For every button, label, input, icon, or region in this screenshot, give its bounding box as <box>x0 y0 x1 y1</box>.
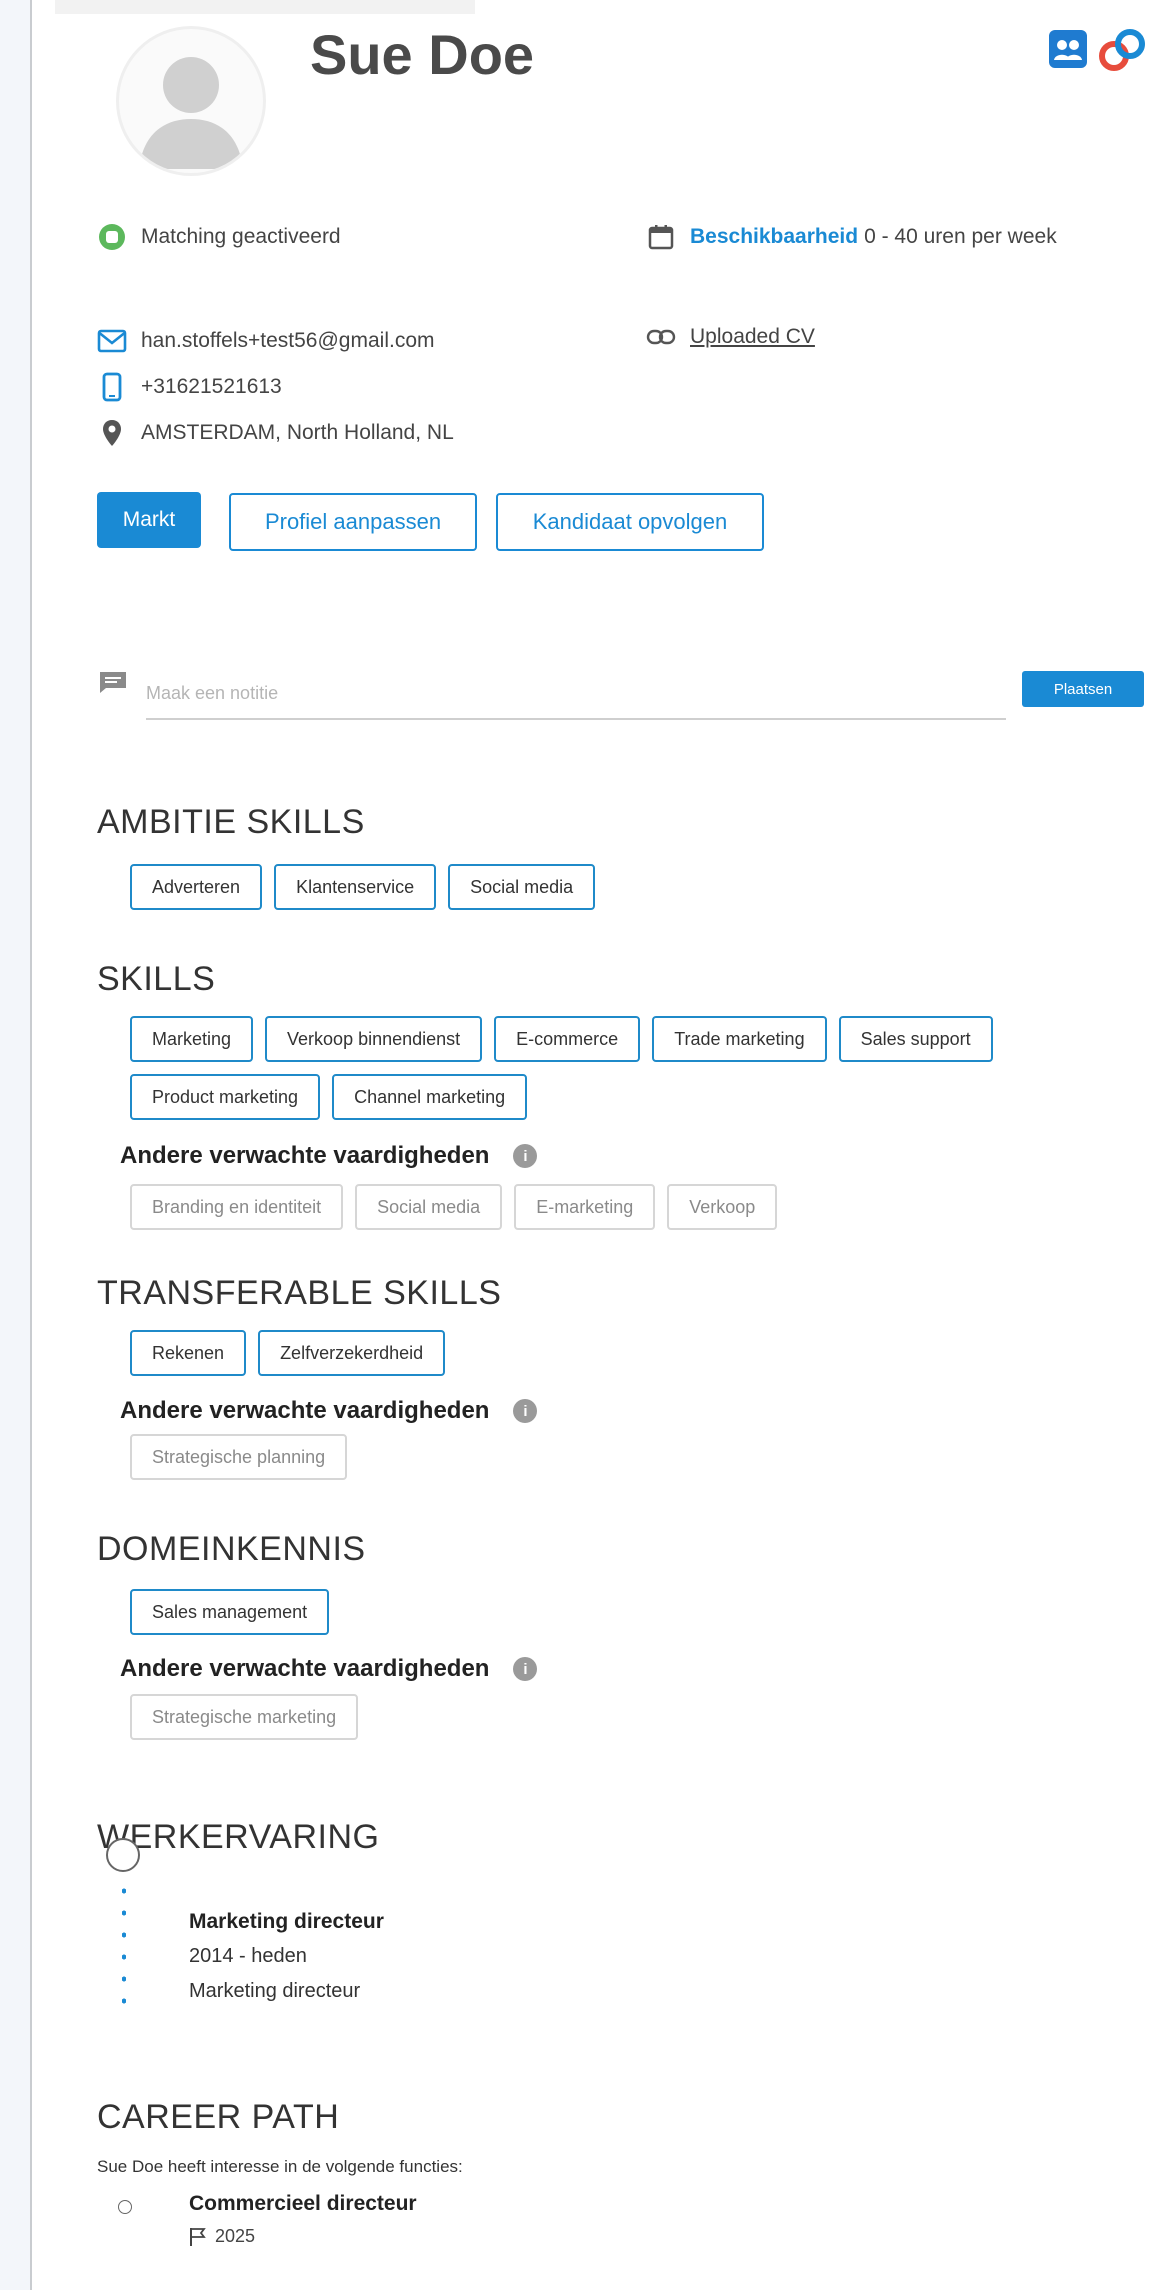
flag-icon <box>189 2227 207 2247</box>
skills-expected-title: Andere verwachte vaardigheden i <box>120 1142 538 1170</box>
experience-role: Marketing directeur <box>189 1910 384 1933</box>
skill-chip[interactable]: Product marketing <box>130 1074 321 1120</box>
skill-chip[interactable]: Social media <box>448 864 596 910</box>
ambition-skills-list: Adverteren Klantenservice Social media <box>130 864 596 910</box>
transferable-expected-title: Andere verwachte vaardigheden i <box>120 1397 538 1425</box>
top-strip <box>55 0 475 14</box>
skill-chip[interactable]: Sales management <box>130 1589 330 1635</box>
note-icon <box>98 670 128 694</box>
skill-chip[interactable]: Trade marketing <box>652 1016 827 1062</box>
ambition-skills-title: AMBITIE SKILLS <box>97 803 365 841</box>
calendar-icon <box>646 222 676 252</box>
left-rail <box>0 0 30 2290</box>
availability: Beschikbaarheid 0 - 40 uren per week <box>646 222 1057 252</box>
follow-candidate-button[interactable]: Kandidaat opvolgen <box>496 493 764 551</box>
skill-chip[interactable]: E-commerce <box>494 1016 641 1062</box>
domain-expected-title: Andere verwachte vaardigheden i <box>120 1655 538 1683</box>
availability-link[interactable]: Beschikbaarheid <box>690 225 858 249</box>
career-path-intro: Sue Doe heeft interesse in de volgende f… <box>97 2157 463 2176</box>
info-icon[interactable]: i <box>513 1399 538 1423</box>
location-value: AMSTERDAM, North Holland, NL <box>141 421 454 444</box>
expected-skills-label: Andere verwachte vaardigheden <box>120 1142 490 1169</box>
mobile-phone-icon <box>97 372 127 402</box>
expected-skill-chip[interactable]: Branding en identiteit <box>130 1184 344 1230</box>
matching-active-icon <box>97 222 127 252</box>
linked-rings-icon[interactable] <box>1096 26 1152 76</box>
career-role: Commercieel directeur <box>189 2192 417 2215</box>
experience-description: Marketing directeur <box>189 1980 361 2002</box>
uploaded-cv-link[interactable]: Uploaded CV <box>690 325 815 349</box>
team-icon[interactable] <box>1049 30 1087 68</box>
experience-period: 2014 - heden <box>189 1945 307 1967</box>
skill-chip[interactable]: Channel marketing <box>332 1074 528 1120</box>
domain-knowledge-title: DOMEINKENNIS <box>97 1530 366 1568</box>
transferable-expected-list: Strategische planning <box>130 1434 348 1480</box>
skill-chip[interactable]: Rekenen <box>130 1330 247 1376</box>
availability-value: 0 - 40 uren per week <box>864 225 1057 248</box>
transferable-skills-list: Rekenen Zelfverzekerdheid <box>130 1330 446 1376</box>
link-icon <box>646 322 676 352</box>
expected-skill-chip[interactable]: Social media <box>355 1184 503 1230</box>
skill-chip[interactable]: Marketing <box>130 1016 254 1062</box>
location-row: AMSTERDAM, North Holland, NL <box>97 418 454 448</box>
candidate-name: Sue Doe <box>310 23 535 86</box>
skill-chip[interactable]: Zelfverzekerdheid <box>258 1330 446 1376</box>
expected-skills-label: Andere verwachte vaardigheden <box>120 1397 490 1424</box>
post-note-button[interactable]: Plaatsen <box>1022 671 1144 707</box>
phone-value[interactable]: +31621521613 <box>141 375 282 399</box>
expected-skill-chip[interactable]: E-marketing <box>514 1184 656 1230</box>
domain-expected-list: Strategische marketing <box>130 1694 359 1740</box>
cv-row: Uploaded CV <box>646 322 815 352</box>
career-year-value: 2025 <box>215 2226 256 2246</box>
email-row: han.stoffels+test56@gmail.com <box>97 326 435 356</box>
transferable-skills-title: TRANSFERABLE SKILLS <box>97 1274 502 1312</box>
avatar-placeholder-icon <box>139 57 243 169</box>
career-target-year: 2025 <box>189 2226 255 2247</box>
skill-chip[interactable]: Verkoop binnendienst <box>265 1016 483 1062</box>
expected-skill-chip[interactable]: Strategische planning <box>130 1434 348 1480</box>
expected-skills-label: Andere verwachte vaardigheden <box>120 1655 490 1682</box>
expected-skill-chip[interactable]: Verkoop <box>667 1184 778 1230</box>
email-value[interactable]: han.stoffels+test56@gmail.com <box>141 329 435 353</box>
career-bullet-icon <box>118 2200 132 2214</box>
edit-profile-button[interactable]: Profiel aanpassen <box>229 493 477 551</box>
skills-expected-list: Branding en identiteit Social media E-ma… <box>130 1184 778 1230</box>
career-path-title: CAREER PATH <box>97 2098 340 2136</box>
markt-button[interactable]: Markt <box>97 492 201 548</box>
timeline-node-icon <box>106 1838 140 1872</box>
expected-skill-chip[interactable]: Strategische marketing <box>130 1694 359 1740</box>
left-rail-divider <box>30 0 32 2290</box>
domain-knowledge-list: Sales management <box>130 1589 330 1635</box>
note-input[interactable] <box>146 668 1006 720</box>
info-icon[interactable]: i <box>513 1144 538 1168</box>
skills-title: SKILLS <box>97 960 216 998</box>
matching-status-label: Matching geactiveerd <box>141 225 341 248</box>
timeline-connector <box>122 1880 126 2010</box>
avatar <box>116 26 266 176</box>
info-icon[interactable]: i <box>513 1657 538 1681</box>
skill-chip[interactable]: Adverteren <box>130 864 263 910</box>
mail-icon <box>97 326 127 356</box>
matching-status: Matching geactiveerd <box>97 222 341 252</box>
skill-chip[interactable]: Klantenservice <box>274 864 437 910</box>
phone-row: +31621521613 <box>97 372 282 402</box>
skills-list: Marketing Verkoop binnendienst E-commerc… <box>130 1016 1110 1120</box>
map-pin-icon <box>97 418 127 448</box>
skill-chip[interactable]: Sales support <box>838 1016 993 1062</box>
